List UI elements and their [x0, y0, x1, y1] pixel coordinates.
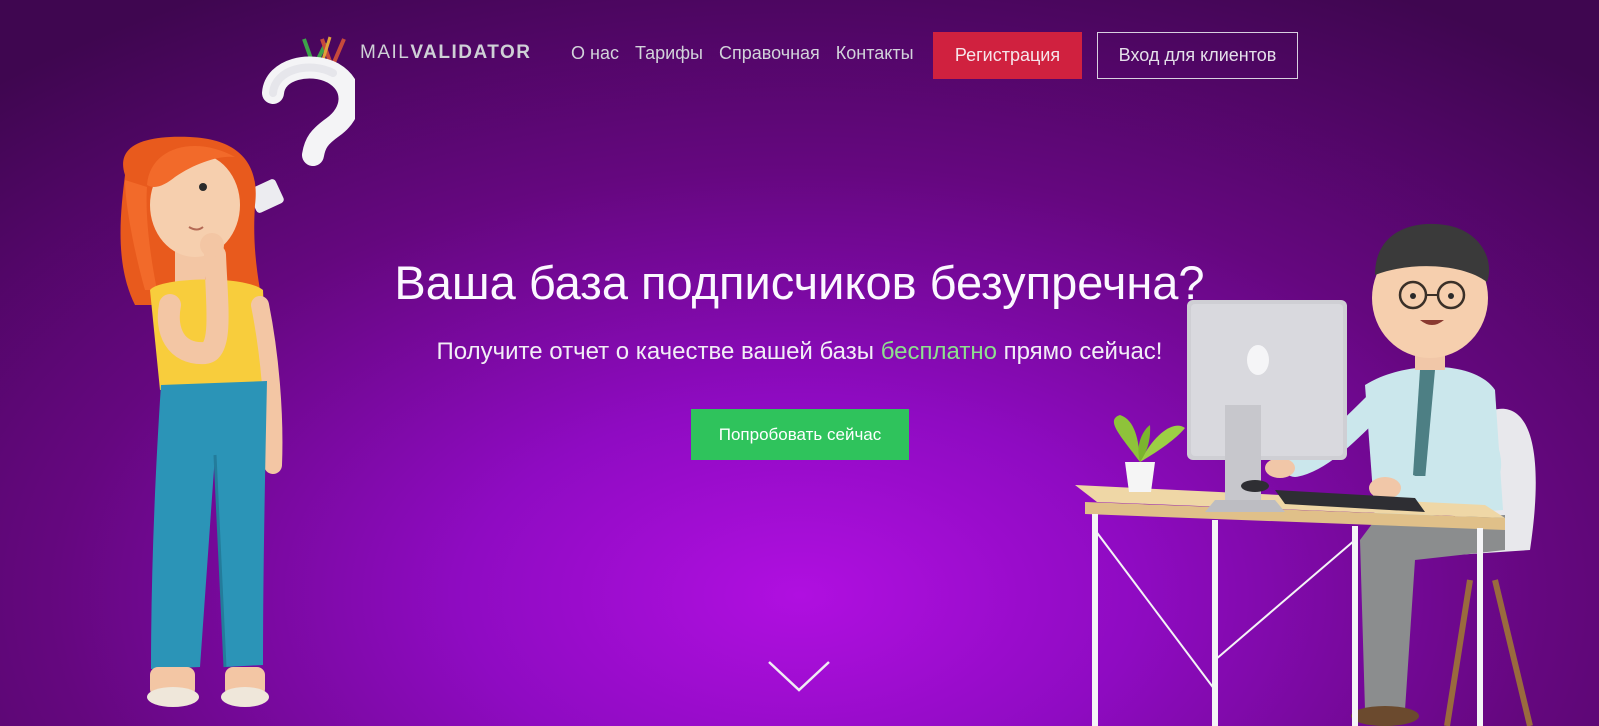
chevron-down-icon[interactable] — [767, 660, 831, 694]
try-now-button[interactable]: Попробовать сейчас — [691, 409, 909, 460]
hero-subtitle: Получите отчет о качестве вашей базы бес… — [436, 338, 1163, 365]
free-highlight: бесплатно — [880, 338, 997, 365]
nav-item-help[interactable]: Справочная — [719, 43, 820, 64]
nav-item-contacts[interactable]: Контакты — [836, 43, 914, 64]
login-button[interactable]: Вход для клиентов — [1097, 32, 1298, 79]
thinking-woman-illustration — [120, 56, 355, 707]
main-nav: О нас Тарифы Справочная Контакты — [571, 43, 914, 64]
logo-text: MAILVALIDATOR — [360, 42, 532, 63]
nav-item-pricing[interactable]: Тарифы — [635, 43, 703, 64]
question-mark-icon — [248, 56, 355, 213]
register-button[interactable]: Регистрация — [933, 32, 1082, 79]
hero-title: Ваша база подписчиков безупречна? — [394, 256, 1205, 309]
nav-item-about[interactable]: О нас — [571, 43, 619, 64]
